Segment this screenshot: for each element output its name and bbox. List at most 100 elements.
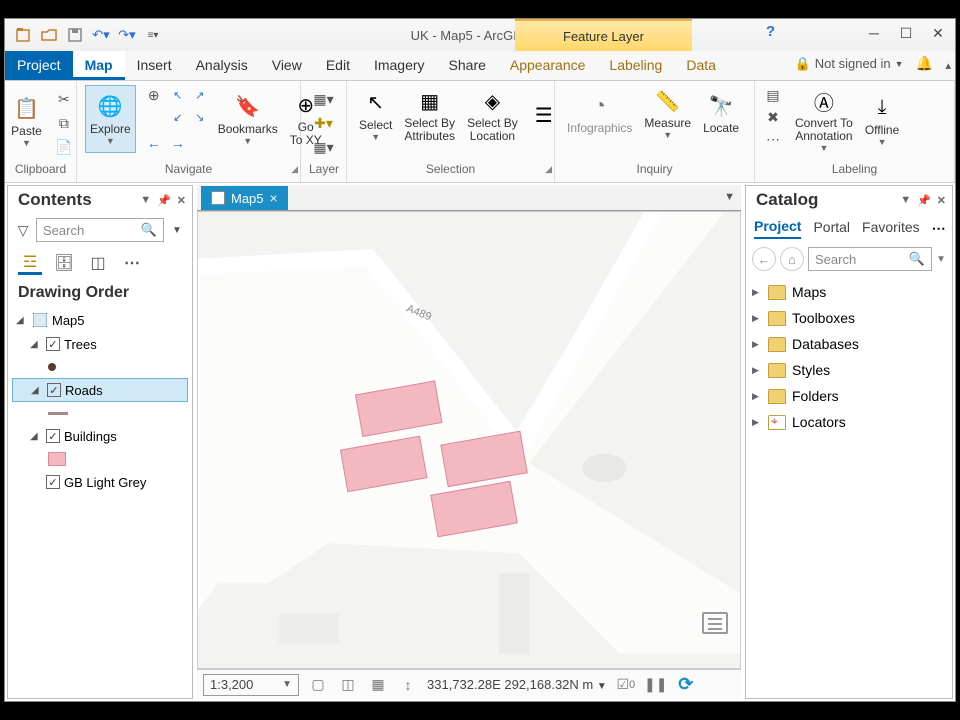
chevron-down-icon[interactable]: ▼ <box>898 194 913 207</box>
close-icon[interactable]: ✕ <box>175 194 188 207</box>
search-options-icon[interactable]: ▼ <box>168 225 186 236</box>
checkbox[interactable]: ✓ <box>46 337 60 351</box>
catalog-maps[interactable]: ▶Maps <box>752 279 946 305</box>
maximize-button[interactable]: ☐ <box>891 21 921 45</box>
correction-icon[interactable]: ↕ <box>397 674 419 696</box>
more-modes-icon[interactable]: ⋯ <box>120 251 144 275</box>
bookmarks-button[interactable]: 🔖 Bookmarks ▼ <box>214 85 282 153</box>
catalog-locators[interactable]: ▶Locators <box>752 409 946 435</box>
checkbox[interactable]: ✓ <box>46 475 60 489</box>
view-tab-map5[interactable]: Map5 × <box>201 186 288 210</box>
copy-icon[interactable]: ⧉ <box>54 113 74 133</box>
full-extent-icon[interactable]: ⊕ <box>144 85 164 105</box>
tab-imagery[interactable]: Imagery <box>362 51 437 80</box>
catalog-folders[interactable]: ▶Folders <box>752 383 946 409</box>
infographics-button[interactable]: ◔ Infographics <box>563 85 636 142</box>
basemap-icon[interactable]: ▦▾ <box>314 137 334 157</box>
tab-appearance[interactable]: Appearance <box>498 51 598 80</box>
pin-icon[interactable]: 📌 <box>915 194 933 207</box>
collapse-icon[interactable]: ◢ <box>31 385 43 396</box>
catalog-databases[interactable]: ▶Databases <box>752 331 946 357</box>
dialog-launcher-icon[interactable]: ◢ <box>545 164 552 175</box>
tab-insert[interactable]: Insert <box>125 51 184 80</box>
search-options-icon[interactable]: ▼ <box>936 254 946 265</box>
pause-labels-icon[interactable]: ▤ <box>763 85 783 105</box>
tab-view[interactable]: View <box>260 51 314 80</box>
signin-status[interactable]: 🔒 Not signed in ▼ 🔔 <box>795 55 933 72</box>
collapse-icon[interactable]: ◢ <box>16 315 28 326</box>
dialog-launcher-icon[interactable]: ◢ <box>291 164 298 175</box>
tab-data[interactable]: Data <box>674 51 728 80</box>
collapse-icon[interactable]: ◢ <box>30 431 42 442</box>
catalog-tab-favorites[interactable]: Favorites <box>862 219 920 238</box>
selected-features-icon[interactable]: ☑0 <box>615 674 637 696</box>
bell-icon[interactable]: 🔔 <box>916 55 933 72</box>
filter-icon[interactable]: ▽ <box>14 222 32 239</box>
close-icon[interactable]: × <box>270 190 278 206</box>
qat-customize-icon[interactable]: ≡▾ <box>143 25 163 45</box>
data-source-icon[interactable]: 🗄 <box>52 251 76 275</box>
select-by-attributes-button[interactable]: ▦ Select By Attributes <box>400 85 459 145</box>
redo-icon[interactable]: ↷▾ <box>117 25 137 45</box>
tab-map[interactable]: Map <box>73 51 125 80</box>
offline-button[interactable]: ⤓ Offline ▼ <box>861 85 903 155</box>
contents-search[interactable]: Search 🔍 <box>36 218 164 242</box>
new-project-icon[interactable] <box>13 25 33 45</box>
layer-roads[interactable]: ◢ ✓ Roads <box>12 378 188 402</box>
tab-edit[interactable]: Edit <box>314 51 362 80</box>
back-icon[interactable]: ← <box>752 247 776 271</box>
symbol-trees[interactable] <box>12 356 188 378</box>
symbol-roads[interactable] <box>12 402 188 424</box>
constraints-icon[interactable]: ◫ <box>337 674 359 696</box>
tab-labeling[interactable]: Labeling <box>597 51 674 80</box>
catalog-toolboxes[interactable]: ▶Toolboxes <box>752 305 946 331</box>
zoom-arrows[interactable]: ↖↗↙↘ <box>168 85 210 127</box>
collapse-icon[interactable]: ◢ <box>30 339 42 350</box>
catalog-tab-project[interactable]: Project <box>754 218 801 239</box>
prev-extent-icon[interactable]: ← <box>144 133 164 153</box>
paste-button[interactable]: 📋 Paste ▼ <box>7 85 46 157</box>
tab-analysis[interactable]: Analysis <box>184 51 260 80</box>
catalog-search[interactable]: Search 🔍 <box>808 247 932 271</box>
open-project-icon[interactable] <box>39 25 59 45</box>
more-tabs-icon[interactable]: ⋯ <box>932 220 946 237</box>
selection-mode-icon[interactable]: ◫ <box>86 251 110 275</box>
home-icon[interactable]: ⌂ <box>780 247 804 271</box>
help-icon[interactable]: ? <box>766 23 775 40</box>
pin-icon[interactable]: 📌 <box>155 194 173 207</box>
next-extent-icon[interactable]: → <box>168 133 188 153</box>
cut-icon[interactable]: ✂ <box>54 89 74 109</box>
snap-icon[interactable]: ▢ <box>307 674 329 696</box>
close-button[interactable]: ✕ <box>923 21 953 45</box>
select-by-location-button[interactable]: ◈ Select By Location <box>463 85 522 145</box>
coordinates[interactable]: 331,732.28E 292,168.32N m ▼ <box>427 677 607 692</box>
layer-trees[interactable]: ◢ ✓ Trees <box>12 332 188 356</box>
catalog-tab-portal[interactable]: Portal <box>813 219 850 238</box>
tab-project[interactable]: Project <box>5 51 73 80</box>
select-button[interactable]: ↖ Select ▼ <box>355 85 396 145</box>
catalog-styles[interactable]: ▶Styles <box>752 357 946 383</box>
view-unplaced-icon[interactable]: ✖ <box>763 107 783 127</box>
checkbox[interactable]: ✓ <box>46 429 60 443</box>
drawing-order-icon[interactable]: ☲ <box>18 251 42 275</box>
collapse-ribbon-icon[interactable]: ▴ <box>945 59 951 72</box>
add-preset-icon[interactable]: ✚▾ <box>314 113 334 133</box>
close-icon[interactable]: ✕ <box>935 194 948 207</box>
pause-draw-icon[interactable]: ❚❚ <box>645 674 667 696</box>
explore-button[interactable]: 🌐 Explore ▼ <box>85 85 136 153</box>
convert-annotation-button[interactable]: Ⓐ Convert To Annotation ▼ <box>791 85 857 155</box>
minimize-button[interactable]: ─ <box>859 21 889 45</box>
undo-icon[interactable]: ↶▾ <box>91 25 111 45</box>
symbol-buildings[interactable] <box>12 448 188 470</box>
save-icon[interactable] <box>65 25 85 45</box>
toc-map[interactable]: ◢ Map5 <box>12 308 188 332</box>
map-canvas[interactable]: A489 <box>197 211 741 669</box>
checkbox[interactable]: ✓ <box>47 383 61 397</box>
attribution-icon[interactable] <box>702 612 728 634</box>
refresh-icon[interactable]: ⟳ <box>675 674 697 696</box>
copy-path-icon[interactable]: 📄 <box>54 137 74 157</box>
scale-input[interactable]: 1:3,200 ▼ <box>203 674 299 696</box>
tab-share[interactable]: Share <box>437 51 498 80</box>
layer-basemap[interactable]: ◢ ✓ GB Light Grey <box>12 470 188 494</box>
chevron-down-icon[interactable]: ▼ <box>597 681 607 692</box>
